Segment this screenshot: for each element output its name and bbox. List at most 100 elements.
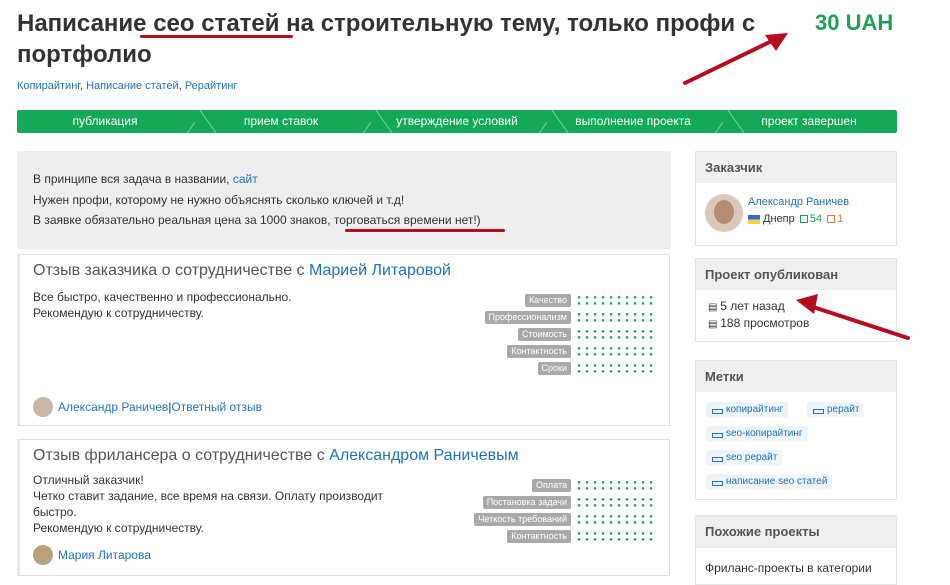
review-author: Александр Раничев | Ответный отзыв	[33, 397, 262, 417]
author-link[interactable]: Александр Раничев	[58, 400, 168, 414]
tag-seo-rewrite[interactable]: seo рерайт	[706, 450, 783, 465]
review-author: Мария Литарова	[33, 545, 151, 565]
rating-star-icon: ▪	[649, 518, 653, 526]
rating-row: Контактность ▪ ▪ ▪ ▪ ▪ ▪ ▪ ▪ ▪ ▪ ▪ ▪ ▪ ▪ ▪ ▪ ▪ ▪ ▪ ▪	[485, 343, 656, 360]
rating-star-icon: ▪	[633, 350, 637, 358]
category-link-rewriting[interactable]: Рерайтинг	[185, 80, 238, 92]
rating-row: Оплата ▪ ▪ ▪ ▪ ▪ ▪ ▪ ▪ ▪ ▪ ▪ ▪ ▪ ▪ ▪ ▪ ▪ ▪ ▪ ▪	[474, 477, 655, 494]
rating-star-icon: ▪	[625, 367, 629, 375]
rating-star-icon: ▪	[617, 299, 621, 307]
rating-star-icon: ▪	[609, 316, 613, 324]
rating-label: Контактность	[507, 530, 571, 543]
rating-star-icon: ▪	[625, 501, 629, 509]
site-link[interactable]: сайт	[233, 172, 258, 186]
rating-star-icon: ▪	[649, 484, 653, 492]
page-title: Написание сео статей на строительную тем…	[17, 10, 756, 68]
description-line-1: В принципе вся задача в названии, сайт	[33, 172, 258, 186]
client-block-heading: Заказчик	[696, 152, 896, 183]
negative-reviews-count[interactable]: 1	[837, 213, 843, 225]
rating-label: Четкость требований	[474, 513, 571, 526]
rating-star-icon: ▪	[625, 484, 629, 492]
rating-star-icon: ▪	[649, 501, 653, 509]
status-step-published: публикация	[17, 110, 193, 133]
category-link-copywriting[interactable]: Копирайтинг	[17, 80, 80, 92]
rating-star-icon: ▪	[601, 501, 605, 509]
rating-star-icon: ▪	[585, 518, 589, 526]
rating-star-icon: ▪	[617, 535, 621, 543]
author-link[interactable]: Мария Литарова	[58, 548, 151, 562]
review-heading: Отзыв заказчика о сотрудничестве с Марие…	[33, 262, 451, 279]
tag-seo-copywriting[interactable]: seo-копирайтинг	[706, 426, 808, 441]
rating-star-icon: ▪	[649, 367, 653, 375]
rating-star-icon: ▪	[633, 367, 637, 375]
rating-star-icon: ▪	[577, 518, 581, 526]
tags-block-heading: Метки	[696, 361, 896, 392]
rating-star-icon: ▪	[577, 535, 581, 543]
rating-stars: ▪ ▪ ▪ ▪ ▪ ▪ ▪ ▪ ▪ ▪ ▪ ▪ ▪ ▪ ▪ ▪ ▪ ▪ ▪ ▪	[575, 328, 655, 341]
similar-projects-block: Похожие проекты Фриланс-проекты в катего…	[695, 515, 897, 585]
rating-star-icon: ▪	[625, 518, 629, 526]
status-step-bidding: прием ставок	[193, 110, 369, 133]
negative-reviews-icon	[827, 215, 836, 224]
rating-star-icon: ▪	[585, 333, 589, 341]
rating-star-icon: ▪	[609, 367, 613, 375]
rating-star-icon: ▪	[617, 484, 621, 492]
category-links: Копирайтинг, Написание статей, Рерайтинг	[17, 80, 238, 92]
rating-label: Оплата	[532, 479, 571, 492]
rating-star-icon: ▪	[617, 333, 621, 341]
rating-star-icon: ▪	[593, 299, 597, 307]
rating-star-icon: ▪	[601, 316, 605, 324]
rating-star-icon: ▪	[609, 501, 613, 509]
rating-label: Сроки	[537, 362, 571, 375]
rating-star-icon: ▪	[585, 535, 589, 543]
rating-star-icon: ▪	[593, 350, 597, 358]
rating-row: Четкость требований ▪ ▪ ▪ ▪ ▪ ▪ ▪ ▪ ▪ ▪ ▪ ▪ ▪ ▪ ▪ ▪ ▪ ▪ ▪ ▪	[474, 511, 655, 528]
reply-review-link[interactable]: Ответный отзыв	[171, 400, 262, 414]
rating-row: Профессионализм ▪ ▪ ▪ ▪ ▪ ▪ ▪ ▪ ▪ ▪ ▪ ▪ ▪ ▪ ▪ ▪ ▪ ▪ ▪ ▪	[484, 309, 656, 326]
title-underline-annotation	[140, 35, 293, 38]
tag-seo-articles[interactable]: написание seo статей	[706, 474, 833, 489]
rating-star-icon: ▪	[601, 350, 605, 358]
rating-star-icon: ▪	[649, 316, 653, 324]
rating-label: Постановка задачи	[482, 496, 571, 509]
status-step-in-progress: выполнение проекта	[545, 110, 721, 133]
description-line-2: Нужен профи, которому не нужно объяснять…	[33, 193, 405, 207]
client-name-link[interactable]: Александр Раничев	[748, 196, 849, 208]
review-ratings: Оплата ▪ ▪ ▪ ▪ ▪ ▪ ▪ ▪ ▪ ▪ ▪ ▪ ▪ ▪ ▪ ▪ ▪ ▪ ▪ ▪ Постановка зад…	[474, 477, 655, 545]
similar-projects-heading: Похожие проекты	[696, 516, 896, 548]
rating-star-icon: ▪	[577, 501, 581, 509]
rating-star-icon: ▪	[641, 518, 645, 526]
rating-stars: ▪ ▪ ▪ ▪ ▪ ▪ ▪ ▪ ▪ ▪ ▪ ▪ ▪ ▪ ▪ ▪ ▪ ▪ ▪ ▪	[575, 311, 655, 324]
rating-star-icon: ▪	[601, 367, 605, 375]
rating-star-icon: ▪	[609, 299, 613, 307]
rating-star-icon: ▪	[649, 299, 653, 307]
rating-star-icon: ▪	[609, 518, 613, 526]
freelancer-profile-link[interactable]: Марией Литаровой	[309, 262, 451, 279]
eye-icon: ▤	[708, 319, 721, 330]
tag-rewrite[interactable]: рерайт	[807, 402, 865, 417]
avatar	[33, 545, 53, 565]
description-line-3: В заявке обязательно реальная цена за 10…	[33, 213, 481, 227]
rating-stars: ▪ ▪ ▪ ▪ ▪ ▪ ▪ ▪ ▪ ▪ ▪ ▪ ▪ ▪ ▪ ▪ ▪ ▪ ▪ ▪	[575, 345, 655, 358]
rating-star-icon: ▪	[593, 501, 597, 509]
positive-reviews-icon	[799, 215, 808, 224]
description-underline-annotation	[345, 229, 505, 232]
category-link-articles[interactable]: Написание статей	[86, 80, 179, 92]
rating-star-icon: ▪	[593, 518, 597, 526]
client-avatar[interactable]	[705, 194, 743, 232]
positive-reviews-count[interactable]: 54	[810, 213, 822, 225]
similar-projects-text: Фриланс-проекты в категории	[705, 561, 872, 575]
rating-star-icon: ▪	[649, 535, 653, 543]
status-step-terms: утверждение условий	[369, 110, 545, 133]
client-profile-link[interactable]: Александром Раничевым	[329, 447, 518, 464]
rating-label: Стоимость	[517, 328, 571, 341]
rating-star-icon: ▪	[617, 316, 621, 324]
rating-star-icon: ▪	[585, 316, 589, 324]
rating-star-icon: ▪	[585, 484, 589, 492]
rating-star-icon: ▪	[633, 501, 637, 509]
rating-star-icon: ▪	[649, 350, 653, 358]
project-description: В принципе вся задача в названии, сайт Н…	[17, 151, 671, 249]
tag-copywriting[interactable]: копирайтинг	[706, 402, 789, 417]
avatar	[33, 397, 53, 417]
rating-star-icon: ▪	[601, 299, 605, 307]
